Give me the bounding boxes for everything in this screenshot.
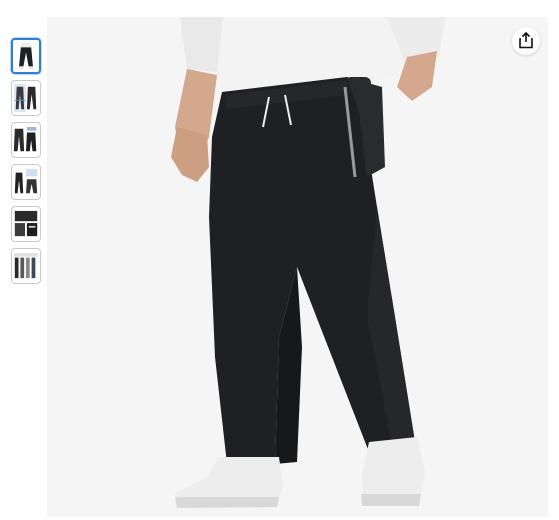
pants-front-view-thumbnail — [19, 43, 33, 69]
model-detail-thumbnail — [14, 168, 38, 194]
pants-pair-thumbnail — [13, 126, 37, 152]
thumbnail-5[interactable] — [11, 206, 41, 242]
black-sweatpants-product-photo — [171, 17, 445, 508]
main-product-image[interactable] — [47, 17, 548, 517]
thumbnail-4[interactable] — [11, 164, 41, 200]
thumbnail-3[interactable] — [11, 122, 41, 158]
thumbnail-1[interactable] — [11, 38, 41, 74]
color-options-thumbnail — [13, 252, 39, 279]
share-icon — [519, 32, 533, 49]
fabric-detail-thumbnail — [14, 210, 38, 237]
thumbnail-6[interactable] — [11, 248, 41, 284]
share-button[interactable] — [512, 27, 540, 55]
thumbnail-strip — [11, 38, 43, 290]
thumbnail-2[interactable] — [11, 80, 41, 116]
size-detail-thumbnail — [13, 84, 37, 112]
